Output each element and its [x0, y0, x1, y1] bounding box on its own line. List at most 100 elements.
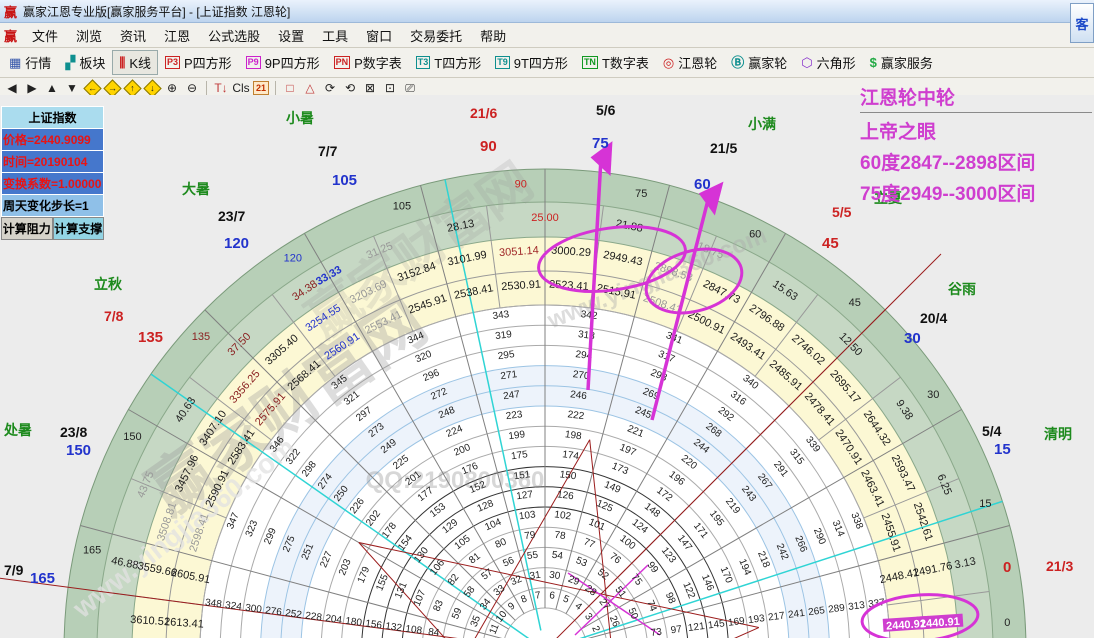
- menu-item-交易委托[interactable]: 交易委托: [401, 27, 471, 46]
- menu-item-设置[interactable]: 设置: [269, 27, 313, 46]
- toolbar-label: 9T四方形: [514, 53, 568, 72]
- degree-label-165: 165: [30, 570, 55, 587]
- solar-term-label: 谷雨: [948, 279, 976, 299]
- solar-term-label: 处暑: [4, 420, 32, 440]
- toolbar-label: 行情: [25, 53, 51, 72]
- toolbar-winner-wheel-button[interactable]: Ⓑ赢家轮: [724, 50, 794, 75]
- degree-label-45: 45: [822, 235, 839, 252]
- date-label-21-6: 21/6: [470, 105, 497, 121]
- menu-item-江恩[interactable]: 江恩: [155, 27, 199, 46]
- wheel-number: 151: [513, 469, 531, 482]
- wheel-number: 103: [518, 509, 536, 522]
- menu-item-帮助[interactable]: 帮助: [471, 27, 515, 46]
- toolbar-winner-service-button[interactable]: $赢家服务: [863, 50, 940, 75]
- toolbar-p-number-table-button[interactable]: PNP数字表: [327, 50, 409, 75]
- toolbar-label: K线: [129, 53, 151, 72]
- wheel-number: 223: [505, 409, 523, 422]
- conversion-factor-row: 变换系数=1.00000: [1, 173, 104, 195]
- wheel-number: 102: [554, 509, 572, 522]
- wheel-number: 252: [285, 608, 303, 621]
- shift-up-button[interactable]: ↑: [123, 80, 141, 97]
- toolbar-t9-square-button[interactable]: T9 9T四方形: [488, 50, 575, 75]
- toolbar-p-square-button[interactable]: P3P四方形: [158, 50, 239, 75]
- date-label-23-8: 23/8: [60, 424, 87, 440]
- menu-item-文件[interactable]: 文件: [23, 27, 67, 46]
- toolbar-separator: [206, 81, 207, 96]
- toolbar-gann-wheel-button[interactable]: ◎江恩轮: [656, 50, 724, 75]
- toolbar-label: 六角形: [817, 53, 856, 72]
- expand-button[interactable]: ⊠: [361, 80, 379, 97]
- degree-label-0: 0: [1003, 559, 1011, 576]
- winner-wheel-icon: Ⓑ: [731, 56, 744, 69]
- toolbar-t-number-table-button[interactable]: TNT数字表: [575, 50, 656, 75]
- time-row: 时间=20190104: [1, 151, 104, 173]
- calc-resistance-button[interactable]: 计算阻力: [1, 217, 53, 240]
- wheel-number: 180: [345, 616, 363, 629]
- price-row: 价格=2440.9099: [1, 129, 104, 151]
- page-right-button[interactable]: ▶: [23, 80, 41, 97]
- date-label-23-7: 23/7: [218, 208, 245, 224]
- step-up-button[interactable]: ▲: [43, 80, 61, 97]
- shrink-button[interactable]: ⊡: [381, 80, 399, 97]
- wheel-number: 265: [808, 605, 826, 618]
- menu-item-资讯[interactable]: 资讯: [111, 27, 155, 46]
- page-left-button[interactable]: ◀: [3, 80, 21, 97]
- toolbar-sector-blocks-button[interactable]: ▞板块: [58, 50, 112, 75]
- shift-down-button[interactable]: ↓: [143, 80, 161, 97]
- rotate-ccw-button[interactable]: ⟲: [341, 80, 359, 97]
- date-label-5-4: 5/4: [982, 423, 1001, 439]
- menu-item-窗口[interactable]: 窗口: [357, 27, 401, 46]
- wheel-number: 132: [385, 621, 403, 634]
- toolbar-quotes-table-button[interactable]: ▦行情: [2, 50, 58, 75]
- customer-service-button[interactable]: 客: [1070, 3, 1094, 43]
- toolbar-label: 江恩轮: [678, 53, 717, 72]
- degree-inner-label: 105: [393, 201, 411, 213]
- toolbar-t-square-button[interactable]: T3T四方形: [409, 50, 488, 75]
- t9-square-icon: T9: [495, 56, 510, 69]
- wheel-number: 156: [365, 618, 383, 631]
- date-label-5-6: 5/6: [596, 102, 615, 118]
- t-down-button[interactable]: T↓: [212, 80, 230, 97]
- screen-button[interactable]: ⎚: [401, 80, 419, 97]
- menu-item-浏览[interactable]: 浏览: [67, 27, 111, 46]
- menu-item-公式选股[interactable]: 公式选股: [199, 27, 269, 46]
- wheel-number: 145: [707, 618, 725, 631]
- wheel-number: 126: [556, 489, 574, 502]
- rotate-cw-button[interactable]: ⟳: [321, 80, 339, 97]
- wheel-number: 30: [549, 570, 562, 582]
- shift-right-button[interactable]: →: [103, 80, 121, 97]
- calendar-button[interactable]: 21: [252, 80, 270, 97]
- degree-label-60: 60: [694, 176, 711, 193]
- wheel-number: 204: [325, 613, 343, 626]
- toolbar-label: T四方形: [434, 53, 481, 72]
- hexagon-icon: ⬡: [801, 56, 812, 69]
- cls-button[interactable]: Cls: [232, 80, 250, 97]
- step-down-button[interactable]: ▼: [63, 80, 81, 97]
- menu-bar: 赢 文件浏览资讯江恩公式选股设置工具窗口交易委托帮助: [0, 23, 1094, 48]
- instrument-info-panel: 上证指数 价格=2440.9099 时间=20190104 变换系数=1.000…: [1, 106, 104, 240]
- shift-left-button[interactable]: ←: [83, 80, 101, 97]
- wheel-number: 97: [670, 624, 683, 636]
- zoom-out-button[interactable]: ⊖: [183, 80, 201, 97]
- calc-support-button[interactable]: 计算支撑: [53, 217, 105, 240]
- wheel-number: 324: [224, 600, 242, 613]
- menu-item-工具[interactable]: 工具: [313, 27, 357, 46]
- wheel-number: 127: [516, 489, 534, 502]
- toolbar-p9-square-button[interactable]: P99P四方形: [239, 50, 327, 75]
- wheel-number: 217: [767, 610, 785, 623]
- square-tool-button[interactable]: □: [281, 80, 299, 97]
- zoom-in-button[interactable]: ⊕: [163, 80, 181, 97]
- date-label-21-3: 21/3: [1046, 558, 1073, 574]
- triangle-tool-button[interactable]: △: [301, 80, 319, 97]
- wheel-number: 247: [503, 389, 521, 402]
- toolbar-hexagon-button[interactable]: ⬡ 六角形: [794, 50, 862, 75]
- wheel-number: 78: [554, 530, 567, 542]
- wheel-number: 276: [264, 605, 282, 618]
- wheel-number: 174: [562, 449, 580, 462]
- window-title: 赢家江恩专业版[赢家服务平台] - [上证指数 江恩轮]: [23, 3, 290, 20]
- wheel-number: 271: [500, 369, 518, 382]
- sector-blocks-icon: ▞: [65, 56, 75, 69]
- toolbar-kline-button[interactable]: ⫼K线: [112, 50, 158, 75]
- solar-term-label: 小满: [748, 114, 776, 134]
- wheel-number: 79: [524, 530, 537, 542]
